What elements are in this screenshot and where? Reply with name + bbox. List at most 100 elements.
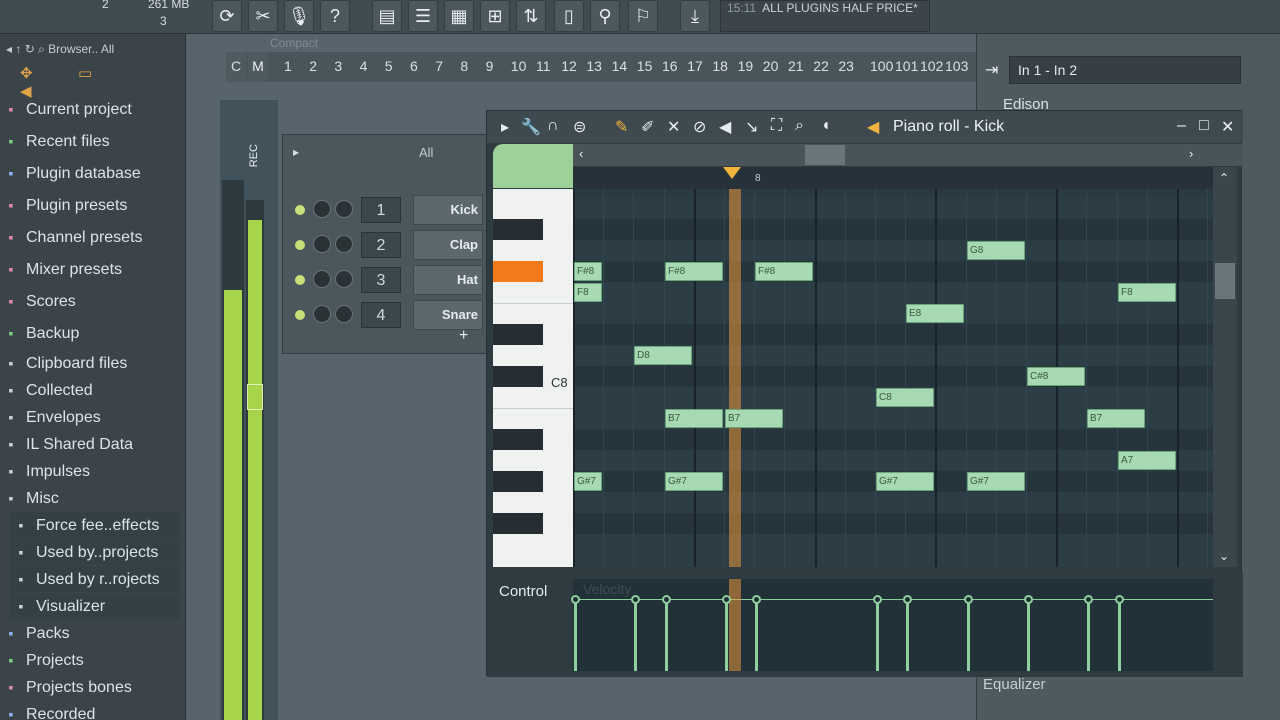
channel-mute-led[interactable] (295, 240, 305, 250)
midi-note[interactable]: B7 (725, 409, 783, 428)
velocity-handle[interactable] (903, 595, 912, 604)
brush-icon[interactable]: ✐ (641, 117, 654, 137)
midi-note[interactable]: F#8 (665, 262, 723, 281)
pan-knob[interactable] (313, 270, 331, 288)
browser-item[interactable]: ▪ Used by..projects (10, 539, 180, 565)
horizontal-scroll-thumb[interactable] (805, 145, 845, 165)
metronome-icon[interactable]: ✂ (248, 0, 278, 32)
browser-item[interactable]: ▪ Current project (0, 96, 180, 122)
velocity-handle[interactable] (964, 595, 973, 604)
browser-item[interactable]: ▪ Clipboard files (0, 350, 180, 376)
velocity-bar[interactable] (1118, 599, 1121, 671)
channel-name-button[interactable]: Hat (413, 265, 483, 295)
master-fader-handle[interactable] (247, 384, 263, 410)
browser-item[interactable]: ▪ Impulses (0, 458, 180, 484)
slice-tool-icon[interactable]: ◀ (719, 117, 731, 137)
midi-note[interactable]: G#7 (574, 472, 602, 491)
channel-name-button[interactable]: Clap (413, 230, 483, 260)
black-key[interactable] (493, 261, 543, 282)
velocity-handle[interactable] (571, 595, 580, 604)
file-icon[interactable]: ▭ (78, 64, 136, 82)
midi-note[interactable]: G#7 (665, 472, 723, 491)
menu-arrow-icon[interactable]: ▸ (501, 117, 509, 137)
select-tool-icon[interactable]: ↘ (745, 117, 758, 137)
pan-knob[interactable] (313, 235, 331, 253)
midi-note[interactable]: G8 (967, 241, 1025, 260)
minimize-icon[interactable]: – (1177, 117, 1186, 135)
midi-note[interactable]: F8 (574, 283, 602, 302)
velocity-handle[interactable] (873, 595, 882, 604)
midi-note[interactable]: B7 (1087, 409, 1145, 428)
velocity-handle[interactable] (662, 595, 671, 604)
browser-item[interactable]: ▪ Used by r..rojects (10, 566, 180, 592)
midi-note[interactable]: D8 (634, 346, 692, 365)
piano-roll-icon[interactable]: ▦ (444, 0, 474, 32)
browser-item[interactable]: ▪ Recent files (0, 128, 180, 154)
velocity-handle[interactable] (722, 595, 731, 604)
close-icon[interactable]: ✕ (1221, 117, 1234, 137)
piano-roll-timeline[interactable]: 8 (573, 167, 1213, 189)
velocity-bar[interactable] (1027, 599, 1030, 671)
expand-icon[interactable]: ✥ (20, 64, 78, 82)
velocity-bar[interactable] (665, 599, 668, 671)
black-key[interactable] (493, 429, 543, 450)
velocity-bar[interactable] (634, 599, 637, 671)
midi-note[interactable]: B7 (665, 409, 723, 428)
browser-item[interactable]: ▪ Packs (0, 620, 180, 646)
browser-item[interactable]: ▪ IL Shared Data (0, 431, 180, 457)
volume-knob[interactable] (335, 270, 353, 288)
velocity-bar[interactable] (906, 599, 909, 671)
browser-item[interactable]: ▪ Force fee..effects (10, 512, 180, 538)
microphone-icon[interactable]: 🎙 (284, 0, 314, 32)
pencil-icon[interactable]: ✎ (615, 117, 628, 137)
midi-note[interactable]: F#8 (574, 262, 602, 281)
rack-filter[interactable]: All (419, 145, 433, 160)
song-position-marker-icon[interactable] (723, 167, 741, 179)
velocity-handle[interactable] (752, 595, 761, 604)
mixer-icon[interactable]: ⊞ (480, 0, 510, 32)
zoom-icon[interactable]: ⌕ (795, 117, 804, 135)
velocity-bar[interactable] (755, 599, 758, 671)
zoom-fit-icon[interactable]: ⛶ (771, 117, 782, 135)
piano-keyboard[interactable]: C8 (493, 189, 573, 567)
control-label[interactable]: Control (499, 583, 547, 600)
browser-item[interactable]: ▪ Collected (0, 377, 180, 403)
browser-item[interactable]: ▪ Backup (0, 320, 180, 346)
pan-knob[interactable] (313, 305, 331, 323)
faders-icon[interactable]: ⇅ (516, 0, 546, 32)
mixer-track-number[interactable]: 4 (361, 302, 401, 328)
velocity-handle[interactable] (1024, 595, 1033, 604)
piano-roll-titlebar[interactable]: ▸ 🔧 ∩ ⊜ ✎ ✐ ✕ ⊘ ◀ ↘ ⛶ ⌕ ◖ ◀ Piano roll -… (487, 111, 1243, 143)
black-key[interactable] (493, 513, 543, 534)
midi-note[interactable]: F#8 (755, 262, 813, 281)
velocity-bar[interactable] (967, 599, 970, 671)
velocity-handle[interactable] (631, 595, 640, 604)
note-grid[interactable]: F#8 F#8 F#8 F8 G8 F8 E8 D8 C#8 C8 B7 B7 B7 A7 G#7 G#7 G#… (573, 189, 1213, 567)
plugin-icon[interactable]: ⚲ (590, 0, 620, 32)
black-key[interactable] (493, 471, 543, 492)
mixer-track-number[interactable]: 1 (361, 197, 401, 223)
scroll-left-icon[interactable]: ‹ (579, 146, 583, 161)
midi-note[interactable]: E8 (906, 304, 964, 323)
browser-item[interactable]: ▪ Projects bones (0, 674, 180, 700)
browser-icon[interactable]: ▯ (554, 0, 584, 32)
snap-icon[interactable]: ⊜ (573, 117, 586, 137)
mixer-track-number[interactable]: 2 (361, 232, 401, 258)
velocity-handle[interactable] (1115, 595, 1124, 604)
tool-corner-indicator[interactable] (493, 144, 573, 188)
vertical-scrollbar[interactable]: ⌃ ⌄ (1213, 167, 1237, 567)
velocity-bar[interactable] (1087, 599, 1090, 671)
mixer-track-number[interactable]: 3 (361, 267, 401, 293)
mute-tool-icon[interactable]: ⊘ (693, 117, 706, 137)
midi-note[interactable]: G#7 (876, 472, 934, 491)
help-icon[interactable]: ? (320, 0, 350, 32)
browser-item[interactable]: ▪ Channel presets (0, 224, 180, 250)
browser-item[interactable]: ▪ Plugin presets (0, 192, 180, 218)
playlist-bar-ruler[interactable]: Compact 1 2 3 4 5 6 7 8 9 10 11 12 13 14 15 16 17 18 19 20 2… (226, 36, 1056, 82)
volume-knob[interactable] (335, 200, 353, 218)
wrench-icon[interactable]: 🔧 (521, 117, 541, 137)
browser-item[interactable]: ▪ Envelopes (0, 404, 180, 430)
horizontal-scrollbar[interactable]: ‹ › (573, 144, 1243, 166)
volume-knob[interactable] (335, 305, 353, 323)
black-key[interactable] (493, 324, 543, 345)
